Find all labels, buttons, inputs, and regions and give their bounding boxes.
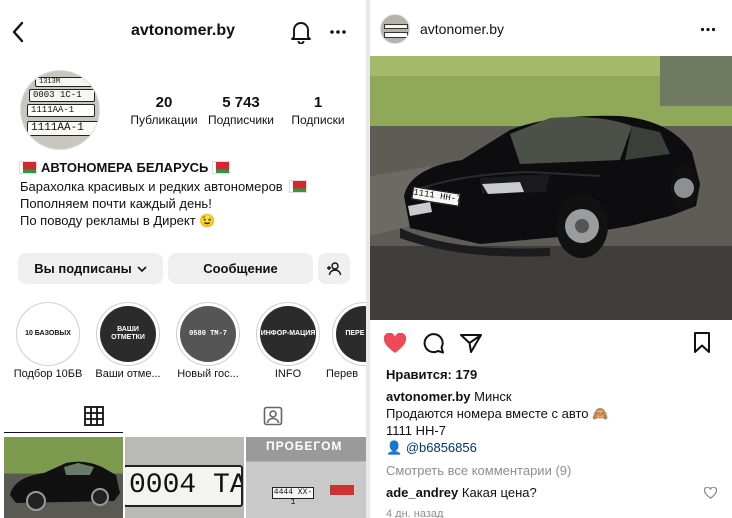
more-icon[interactable] — [326, 20, 350, 44]
add-person-icon — [327, 261, 342, 275]
stat-posts-label: Публикации — [130, 113, 198, 127]
following-button-label: Вы подписаны — [34, 261, 132, 276]
comment-like-icon[interactable] — [702, 485, 718, 501]
story-cover: 10 БАЗОВЫХ — [20, 306, 76, 362]
likes-row[interactable]: Нравится: 179 — [386, 367, 477, 382]
bio-line-text: Барахолка красивых и редких автономеров — [20, 179, 283, 194]
bio-line: Барахолка красивых и редких автономеров — [20, 178, 308, 195]
caption-line: 1111 HH-7 — [386, 423, 446, 438]
grid-tab-icon[interactable] — [82, 404, 106, 428]
story-highlight[interactable]: ИНФОР-МАЦИЯ — [256, 302, 320, 366]
stat-following-label: Подписки — [291, 113, 345, 127]
story-cover: ПЕРЕ НОМ — [336, 306, 366, 362]
bell-icon[interactable] — [288, 18, 314, 46]
stat-followers-label: Подписчики — [207, 113, 274, 127]
grid-thumbnail[interactable]: 0004 TA- — [125, 437, 244, 518]
post-time: 4 дн. назад — [386, 508, 444, 518]
profile-panel: avtonomer.by 1313M 0003 1C-1 1111AA-1 11… — [0, 0, 366, 518]
story-label: Перев — [326, 368, 359, 380]
caption-mention-row: 👤 @b6856856 — [386, 440, 477, 456]
view-comments-link[interactable]: Смотреть все комментарии (9) — [386, 463, 571, 478]
bio-title-row: АВТОНОМЕРА БЕЛАРУСЬ — [19, 159, 231, 176]
comment-text: Какая цена? — [461, 485, 537, 500]
likes-label: Нравится: — [386, 367, 452, 382]
avatar-plate: 1313M — [35, 77, 95, 87]
grid-thumbnail[interactable]: ПРОБЕГОМ 4444 XX-1 — [246, 437, 366, 518]
comment-row: ade_andrey Какая цена? — [386, 485, 537, 500]
stat-followers-value: 5 743 — [222, 94, 260, 111]
avatar-plate: 0003 1C-1 — [29, 89, 95, 102]
plate-thumbnail: 0004 TA- — [125, 465, 243, 507]
bio-line: По поводу рекламы в Директ 😉 — [20, 213, 216, 228]
avatar-plate: 1111AA-1 — [27, 121, 99, 136]
mention-link[interactable]: @b6856856 — [406, 440, 477, 455]
stat-following-value: 1 — [313, 94, 323, 111]
post-panel: avtonomer.by 1111 HH-7 Нравится: 179 avt… — [370, 0, 732, 518]
person-icon: 👤 — [386, 440, 403, 455]
avatar-plate-shape — [384, 24, 408, 29]
add-person-button[interactable] — [318, 253, 350, 284]
message-button[interactable]: Сообщение — [168, 253, 313, 284]
caption-header: avtonomer.by Минск — [386, 389, 512, 404]
bio-line: Пополняем почти каждый день! — [20, 196, 212, 211]
story-highlight[interactable]: 10 БАЗОВЫХ — [16, 302, 80, 366]
post-username[interactable]: avtonomer.by — [420, 21, 504, 37]
belarus-flag-icon — [19, 161, 37, 174]
stat-posts-value: 20 — [155, 94, 173, 111]
post-more-icon[interactable] — [696, 18, 720, 40]
story-label: Новый гос... — [177, 368, 239, 380]
likes-count: 179 — [455, 367, 478, 382]
story-highlight[interactable]: 0580 TM-7 — [176, 302, 240, 366]
story-label: Ваши отме... — [95, 368, 161, 380]
story-highlight[interactable]: ПЕРЕ НОМ — [332, 302, 366, 366]
active-tab-indicator — [4, 432, 123, 433]
following-button[interactable]: Вы подписаны — [18, 253, 163, 284]
belarus-flag-icon — [212, 161, 231, 174]
story-label: Подбор 10БВ — [13, 368, 83, 380]
caption-city: Минск — [474, 389, 512, 404]
comment-icon[interactable] — [421, 331, 445, 355]
caption-line: Продаются номера вместе с авто 🙈 — [386, 406, 609, 421]
car-thumbnail-icon — [10, 461, 120, 511]
story-label: INFO — [274, 368, 302, 380]
avatar-plate-shape — [384, 32, 408, 38]
like-heart-icon[interactable] — [382, 331, 408, 355]
bookmark-icon[interactable] — [690, 331, 714, 355]
thumbnail-caption: ПРОБЕГОМ — [266, 439, 343, 453]
avatar-plate: 1111AA-1 — [27, 104, 95, 117]
stat-posts[interactable]: 20 Публикации — [124, 94, 204, 127]
tagged-tab-icon[interactable] — [261, 404, 285, 428]
grid-thumbnail[interactable] — [4, 437, 123, 518]
post-photo[interactable]: 1111 HH-7 — [370, 56, 732, 320]
share-icon[interactable] — [458, 331, 484, 355]
plate-thumbnail: 4444 XX-1 — [272, 487, 314, 507]
stat-followers[interactable]: 5 743 Подписчики — [201, 94, 281, 127]
story-cover: 0580 TM-7 — [180, 306, 236, 362]
tail-light-shape — [330, 485, 354, 495]
profile-avatar[interactable]: 1313M 0003 1C-1 1111AA-1 1111AA-1 — [20, 70, 100, 150]
story-cover: ИНФОР-МАЦИЯ — [260, 306, 316, 362]
stat-following[interactable]: 1 Подписки — [278, 94, 358, 127]
story-highlight[interactable]: ВАШИ ОТМЕТКИ — [96, 302, 160, 366]
chevron-down-icon — [137, 265, 147, 272]
comment-username[interactable]: ade_andrey — [386, 485, 458, 500]
bio-title: АВТОНОМЕРА БЕЛАРУСЬ — [41, 160, 209, 175]
profile-header: avtonomer.by — [0, 0, 366, 62]
caption-username[interactable]: avtonomer.by — [386, 389, 471, 404]
post-avatar[interactable] — [380, 14, 410, 44]
belarus-flag-icon — [289, 180, 308, 193]
story-cover: ВАШИ ОТМЕТКИ — [100, 306, 156, 362]
